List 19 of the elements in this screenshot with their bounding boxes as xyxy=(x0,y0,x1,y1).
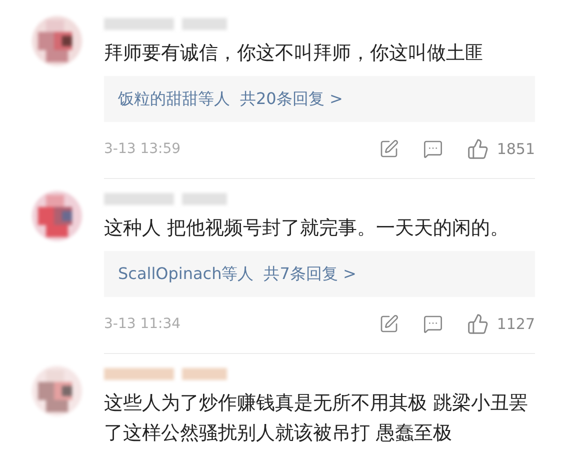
replies-panel[interactable]: 饭粒的甜甜等人 共20条回复 > xyxy=(104,76,535,122)
like-count: 1127 xyxy=(496,314,535,335)
reply-users: ScallOpinach等人 xyxy=(118,263,254,285)
comment-icon[interactable] xyxy=(422,314,443,334)
like-icon[interactable] xyxy=(466,138,489,160)
share-icon[interactable] xyxy=(378,139,399,159)
comment-time: 3-13 13:59 xyxy=(104,140,181,158)
like-icon[interactable] xyxy=(466,313,489,335)
comment-text: 这些人为了炒作赚钱真是无所不用其极 跳梁小丑罢了这样公然骚扰别人就该被吊打 愚蠢至极 xyxy=(104,391,529,446)
comment-text: 拜师要有诚信，你这不叫拜师，你这叫做土匪 xyxy=(104,41,485,66)
replies-panel[interactable]: ScallOpinach等人 共7条回复 > xyxy=(104,251,535,297)
comment-text: 这种人 把他视频号封了就完事。一天天的闲的。 xyxy=(104,216,510,241)
reply-count: 共7条回复 > xyxy=(264,263,356,285)
reply-users: 饭粒的甜甜等人 xyxy=(118,88,230,110)
like-count: 1851 xyxy=(496,138,535,160)
share-icon[interactable] xyxy=(378,314,399,334)
comment-time: 3-13 11:34 xyxy=(104,314,181,334)
comment-icon[interactable] xyxy=(422,139,443,159)
reply-count: 共20条回复 > xyxy=(240,88,343,110)
